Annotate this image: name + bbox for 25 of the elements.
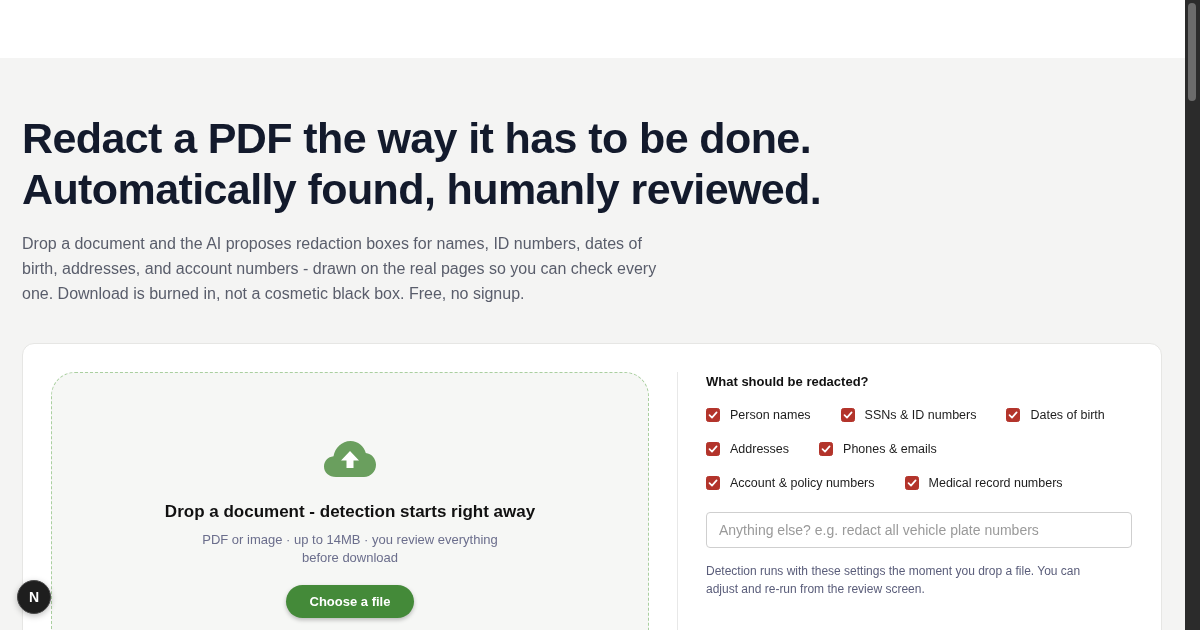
checkbox-label[interactable]: SSNs & ID numbers (864, 408, 977, 422)
checkbox-icon[interactable] (706, 408, 720, 422)
page-headline: Redact a PDF the way it has to be done. Automatically found, humanly reviewed. (22, 113, 822, 215)
file-drop-zone[interactable]: Drop a document - detection starts right away PDF or image · up to 14MB · you review everything before download Choose a file (51, 372, 649, 630)
instructions-input[interactable]: Anything else? e.g. redact all vehicle plate numbers (706, 512, 1132, 548)
drop-zone-title: Drop a document - detection starts right away (164, 502, 536, 522)
checkbox-icon[interactable] (706, 476, 720, 490)
checkbox-label[interactable]: Dates of birth (1030, 408, 1105, 422)
options-title: What should be redacted? (706, 373, 869, 391)
settings-note: Detection runs with these settings the moment you drop a file. You can adjust and re-run from the review screen. (706, 563, 1082, 598)
checkbox-icon[interactable] (819, 442, 834, 456)
checkbox-icon[interactable] (706, 442, 720, 456)
intro-paragraph: Drop a document and the AI proposes redaction boxes for names, ID numbers, dates of birth, addresses, and account numbers - drawn on the real pages so you can check every one. Download is burned in, not a cosmetic black box. Free, no signup. (22, 234, 658, 304)
drop-zone-hint: PDF or image · up to 14MB · you review everything before download (201, 531, 499, 567)
checkbox-icon[interactable] (1006, 408, 1021, 422)
checkbox-label[interactable]: Addresses (730, 442, 790, 456)
checkbox-label[interactable]: Medical record numbers (928, 476, 1063, 490)
checkbox-icon[interactable] (904, 476, 919, 490)
checkbox-label[interactable]: Phones & emails (843, 442, 937, 456)
choose-file-button[interactable]: Choose a file (285, 585, 415, 618)
checkbox-label[interactable]: Person names (730, 408, 811, 422)
checkbox-icon[interactable] (840, 408, 855, 422)
checkbox-label[interactable]: Account & policy numbers (730, 476, 875, 490)
cloud-upload-icon (324, 441, 376, 477)
scrollbar[interactable] (1185, 0, 1200, 630)
